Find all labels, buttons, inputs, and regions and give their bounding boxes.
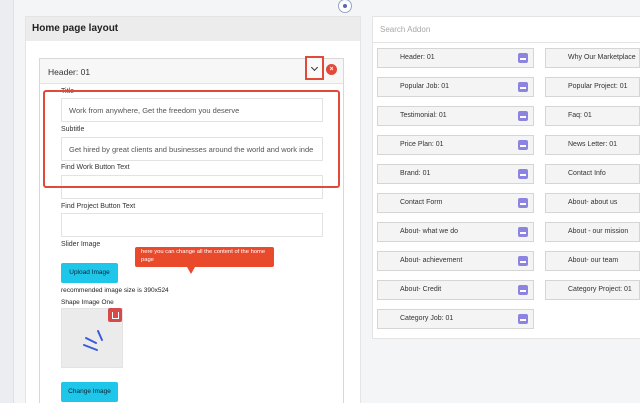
find-project-input[interactable]	[61, 213, 323, 237]
addon-label: Category Project: 01	[568, 286, 632, 293]
help-tooltip: here you can change all the content of t…	[135, 247, 274, 274]
image-icon	[518, 314, 528, 324]
addon-label: About- about us	[568, 199, 618, 206]
addon-item-right[interactable]: Faq: 01	[545, 106, 640, 126]
shape-image-label: Shape Image One	[61, 299, 114, 306]
image-icon	[518, 82, 528, 92]
search-addon-input[interactable]	[373, 17, 640, 43]
addon-item-left[interactable]: About- achievement	[377, 251, 534, 271]
addon-item-left[interactable]: Category Job: 01	[377, 309, 534, 329]
addon-label: Brand: 01	[400, 170, 431, 177]
section-card-header[interactable]: Header: 01	[40, 59, 343, 84]
addon-label: About - our mission	[568, 228, 629, 235]
find-project-label: Find Project Button Text	[61, 203, 136, 210]
addon-label: Why Our Marketplace	[568, 54, 636, 61]
highlight-box	[43, 90, 340, 188]
addon-label: Popular Job: 01	[400, 83, 450, 90]
image-icon	[518, 53, 528, 63]
addon-item-right[interactable]: Popular Project: 01	[545, 77, 640, 97]
addon-label: Testimonial: 01	[400, 112, 447, 119]
image-icon	[518, 227, 528, 237]
addon-label: Contact Info	[568, 170, 606, 177]
addon-label: About- achievement	[400, 257, 463, 264]
addon-item-left[interactable]: Header: 01	[377, 48, 534, 68]
addon-label: Category Job: 01	[400, 315, 454, 322]
image-icon	[518, 285, 528, 295]
addon-label: About- Credit	[400, 286, 442, 293]
addon-label: Price Plan: 01	[400, 141, 444, 148]
addon-label: News Letter: 01	[568, 141, 618, 148]
image-size-note: recommended image size is 390x524	[61, 287, 169, 294]
layout-panel-title: Home page layout	[26, 17, 360, 41]
addon-label: Contact Form	[400, 199, 443, 206]
change-image-button[interactable]: Change Image	[61, 382, 118, 402]
section-card-title: Header: 01	[48, 67, 91, 77]
addon-label: Popular Project: 01	[568, 83, 628, 90]
image-icon	[518, 256, 528, 266]
addon-item-right[interactable]: About - our mission	[545, 222, 640, 242]
addon-item-right[interactable]: Contact Info	[545, 164, 640, 184]
addon-item-right[interactable]: About- our team	[545, 251, 640, 271]
image-icon	[518, 169, 528, 179]
slider-image-label: Slider Image	[61, 241, 101, 248]
addon-item-right[interactable]: Category Project: 01	[545, 280, 640, 300]
collapse-chevron-button[interactable]	[305, 56, 324, 80]
addon-item-left[interactable]: About- Credit	[377, 280, 534, 300]
upload-image-button[interactable]: Upload Image	[61, 263, 118, 283]
image-icon	[518, 140, 528, 150]
image-icon	[518, 198, 528, 208]
addon-item-left[interactable]: Contact Form	[377, 193, 534, 213]
addon-item-left[interactable]: About- what we do	[377, 222, 534, 242]
delete-image-icon[interactable]	[108, 308, 122, 322]
addon-label: About- what we do	[400, 228, 458, 235]
addon-item-right[interactable]: About- about us	[545, 193, 640, 213]
left-sidebar-strip	[0, 0, 14, 403]
image-icon	[518, 111, 528, 121]
addon-item-right[interactable]: News Letter: 01	[545, 135, 640, 155]
addon-item-left[interactable]: Price Plan: 01	[377, 135, 534, 155]
addon-item-left[interactable]: Popular Job: 01	[377, 77, 534, 97]
addon-label: Faq: 01	[568, 112, 592, 119]
addon-label: About- our team	[568, 257, 619, 264]
addon-item-left[interactable]: Brand: 01	[377, 164, 534, 184]
addon-item-right[interactable]: Why Our Marketplace	[545, 48, 640, 68]
addon-label: Header: 01	[400, 54, 435, 61]
addon-item-left[interactable]: Testimonial: 01	[377, 106, 534, 126]
drag-handle-icon[interactable]	[338, 0, 352, 13]
remove-section-button[interactable]: ×	[326, 64, 337, 75]
